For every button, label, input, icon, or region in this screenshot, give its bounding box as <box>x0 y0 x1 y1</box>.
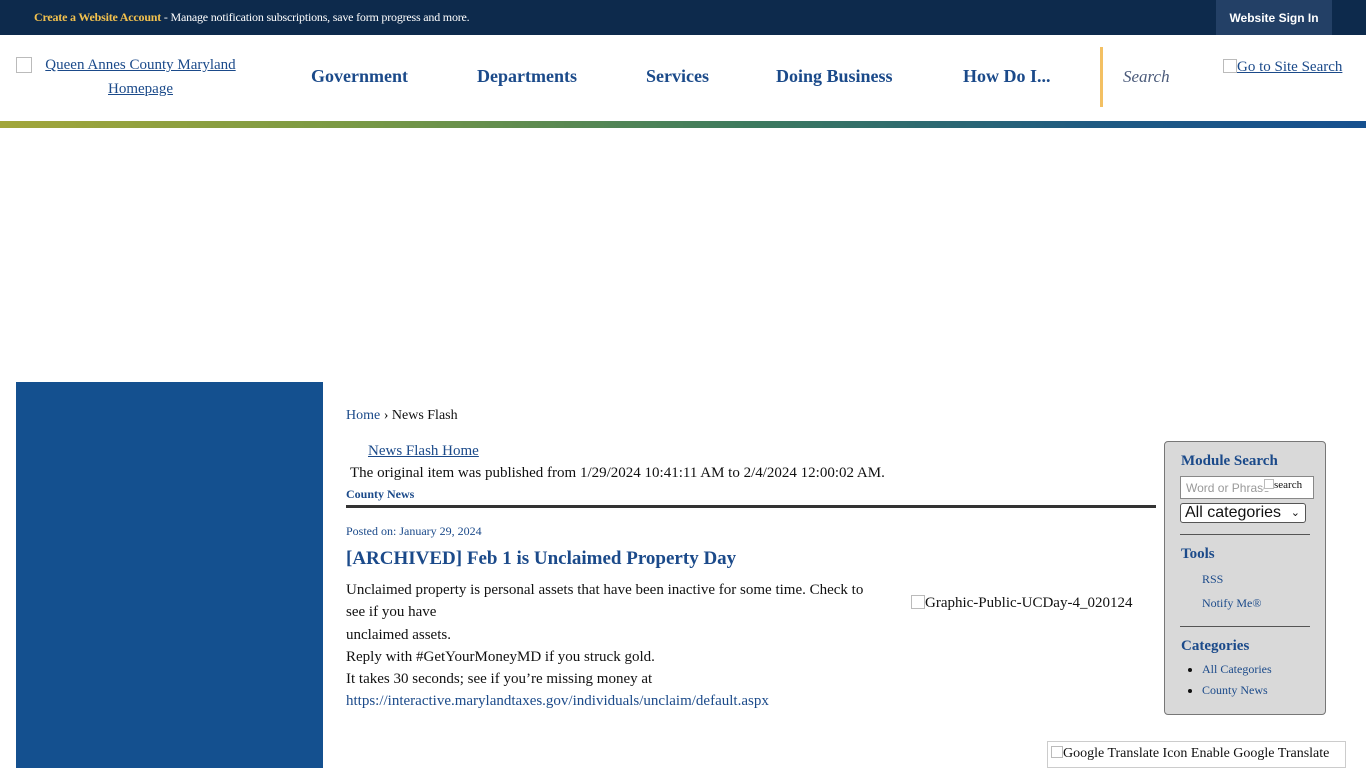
account-message-text: - Manage notification subscriptions, sav… <box>161 10 470 24</box>
category-all[interactable]: All Categories <box>1202 662 1272 676</box>
article-graphic: Graphic-Public-UCDay-4_020124 <box>911 595 1132 612</box>
search-icon <box>1223 59 1237 73</box>
article-title: [ARCHIVED] Feb 1 is Unclaimed Property D… <box>346 548 737 569</box>
translate-icon <box>1051 746 1063 758</box>
categories-list: All Categories County News <box>1181 662 1272 704</box>
site-search-input[interactable]: Search <box>1123 67 1170 87</box>
graphic-alt-text: Graphic-Public-UCDay-4_020124 <box>925 595 1133 611</box>
body-line: unclaimed assets. <box>346 626 451 643</box>
breadcrumb-current: News Flash <box>391 408 458 423</box>
news-flash-home-link[interactable]: News Flash Home <box>368 443 479 459</box>
tools-title: Tools <box>1181 546 1215 562</box>
breadcrumb-home[interactable]: Home <box>346 408 380 423</box>
nav-doing-business[interactable]: Doing Business <box>776 66 893 87</box>
google-translate-button[interactable]: Google Translate Icon Enable Google Tran… <box>1047 741 1346 768</box>
posted-date: Posted on: January 29, 2024 <box>346 524 482 538</box>
original-notice: The original item was published from 1/2… <box>350 465 885 481</box>
module-search-title: Module Search <box>1181 453 1278 469</box>
nav-departments[interactable]: Departments <box>477 66 577 87</box>
go-search-label: Go to Site Search <box>1237 59 1343 75</box>
tool-rss[interactable]: RSS <box>1202 572 1223 587</box>
left-sidebar <box>16 382 323 768</box>
site-header: Queen Annes County Maryland Homepage Gov… <box>0 35 1366 121</box>
list-item: All Categories <box>1202 662 1272 677</box>
body-line: It takes 30 seconds; see if you’re missi… <box>346 671 653 688</box>
search-divider <box>1100 47 1103 107</box>
news-flash-home: News Flash Home <box>368 443 479 460</box>
list-item: County News <box>1202 683 1272 698</box>
chevron-down-icon: ⌄ <box>1290 507 1300 519</box>
account-message: Create a Website Account - Manage notifi… <box>34 10 470 25</box>
translate-label: Google Translate Icon Enable Google Tran… <box>1063 746 1330 761</box>
search-icon <box>1264 479 1274 489</box>
category-select-value: All categories <box>1185 504 1282 521</box>
category-county-news[interactable]: County News <box>1202 683 1268 697</box>
logo-link[interactable]: Queen Annes County Maryland Homepage <box>45 57 235 97</box>
header-stripe <box>0 121 1366 128</box>
breadcrumb-separator: › <box>383 408 389 423</box>
nav-government[interactable]: Government <box>311 66 408 87</box>
sign-in-button[interactable]: Website Sign In <box>1216 0 1332 35</box>
module-divider <box>1180 626 1310 627</box>
category-divider <box>346 505 1156 508</box>
tool-notify-me[interactable]: Notify Me® <box>1202 596 1261 611</box>
go-to-site-search-button[interactable]: Go to Site Search <box>1223 59 1342 76</box>
site-logo[interactable]: Queen Annes County Maryland Homepage <box>16 53 265 101</box>
module-search-button-label: search <box>1274 479 1303 491</box>
categories-title: Categories <box>1181 638 1250 654</box>
module-divider <box>1180 534 1310 535</box>
body-line: Unclaimed property is personal assets th… <box>346 582 864 621</box>
body-line: Reply with #GetYourMoneyMD if you struck… <box>346 648 655 665</box>
create-account-link[interactable]: Create a Website Account <box>34 10 161 24</box>
nav-how-do-i[interactable]: How Do I... <box>963 66 1051 87</box>
module-sidebar: Module Search Word or Phrase search All … <box>1164 441 1326 715</box>
account-bar: Create a Website Account - Manage notifi… <box>0 0 1366 35</box>
article-body: Unclaimed property is personal assets th… <box>346 579 886 713</box>
breadcrumb: Home › News Flash <box>346 408 458 424</box>
unclaim-link[interactable]: https://interactive.marylandtaxes.gov/in… <box>346 693 769 709</box>
broken-image-icon <box>16 57 32 73</box>
category-select[interactable]: All categories ⌄ <box>1180 503 1306 523</box>
module-search-button[interactable]: search <box>1264 479 1303 491</box>
broken-image-icon <box>911 595 925 609</box>
nav-services[interactable]: Services <box>646 66 709 87</box>
category-heading: County News <box>346 487 415 501</box>
